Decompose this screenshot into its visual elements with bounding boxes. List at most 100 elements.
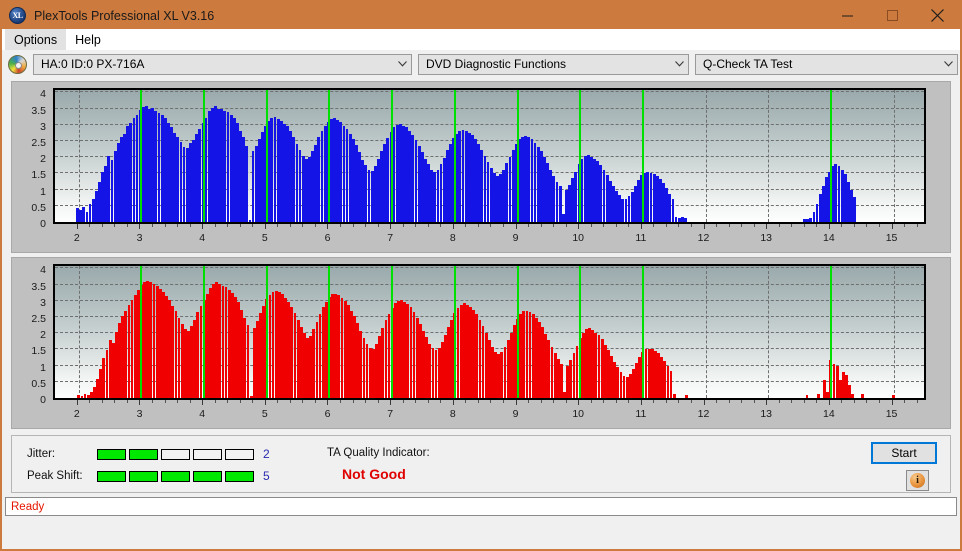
x-tick-label: 15 [885, 408, 898, 420]
x-tick-minor [878, 400, 880, 403]
x-tick-label: 5 [261, 232, 268, 244]
x-tick [640, 400, 642, 405]
x-tick-minor [502, 224, 504, 227]
menu-item-options[interactable]: Options [5, 29, 67, 50]
status-text: Ready [11, 500, 45, 513]
x-tick [640, 224, 642, 229]
x-tick-label: 8 [449, 408, 456, 420]
x-tick-minor [352, 400, 354, 403]
x-tick-label: 4 [199, 408, 206, 420]
x-tick [327, 400, 329, 405]
jitter-meter [97, 448, 254, 460]
jitter-value: 2 [263, 447, 270, 461]
maximize-button[interactable] [870, 2, 915, 29]
x-tick [202, 224, 204, 229]
x-tick-minor [177, 224, 179, 227]
x-tick-label: 10 [572, 408, 585, 420]
x-tick-minor [904, 224, 906, 227]
x-tick-minor [277, 224, 279, 227]
x-tick-label: 9 [512, 232, 519, 244]
y-tick-label: 1.5 [31, 345, 46, 358]
x-tick-minor [690, 400, 692, 403]
x-tick-minor [603, 400, 605, 403]
x-tick-minor [728, 400, 730, 403]
x-tick [327, 224, 329, 229]
x-tick-minor [365, 224, 367, 227]
close-button[interactable] [915, 2, 960, 29]
y-tick-label: 3 [40, 296, 46, 309]
x-tick-minor [490, 400, 492, 403]
marker-line [391, 90, 394, 222]
x-tick [76, 400, 78, 405]
x-tick-minor [164, 224, 166, 227]
x-tick [139, 400, 141, 405]
x-tick-minor [114, 224, 116, 227]
marker-line [265, 266, 268, 398]
marker-line [453, 266, 456, 398]
x-tick-minor [415, 224, 417, 227]
x-tick-label: 13 [760, 232, 773, 244]
x-tick-minor [716, 224, 718, 227]
y-tick-label: 0.5 [31, 201, 46, 214]
chart-panel-blue: 0 0.5 1 1.5 2 2.5 3 3.5 4 2 3 4 5 6 7 8 9 10 11 12 13 14 15 [11, 81, 951, 253]
x-tick [390, 400, 392, 405]
x-tick-minor [89, 400, 91, 403]
x-tick-minor [302, 224, 304, 227]
x-tick-label: 9 [512, 408, 519, 420]
x-tick [828, 400, 830, 405]
info-button[interactable]: i [906, 470, 929, 491]
x-tick-minor [214, 224, 216, 227]
x-tick-minor [477, 224, 479, 227]
x-tick-minor [101, 400, 103, 403]
maximize-icon [887, 10, 898, 21]
ta-quality-label: TA Quality Indicator: [327, 447, 430, 459]
x-tick-minor [189, 400, 191, 403]
meter-cell [97, 470, 126, 482]
marker-line [203, 90, 206, 222]
minimize-button[interactable] [825, 2, 870, 29]
meter-cell [161, 470, 190, 482]
x-tick-minor [402, 224, 404, 227]
x-tick [515, 224, 517, 229]
x-tick-minor [853, 400, 855, 403]
marker-line [140, 90, 143, 222]
x-tick [891, 400, 893, 405]
x-tick-minor [741, 224, 743, 227]
test-select[interactable]: Q-Check TA Test [695, 53, 958, 75]
jitter-row: Jitter: 2 [27, 447, 270, 461]
x-tick-minor [878, 224, 880, 227]
x-tick [703, 224, 705, 229]
x-tick-minor [415, 400, 417, 403]
x-tick-minor [377, 400, 379, 403]
x-tick-label: 5 [261, 408, 268, 420]
x-tick-minor [565, 400, 567, 403]
x-tick-minor [603, 224, 605, 227]
x-tick-minor [528, 224, 530, 227]
x-tick-label: 3 [136, 232, 143, 244]
drive-select[interactable]: HA:0 ID:0 PX-716A [33, 53, 412, 75]
meter-cell [129, 448, 158, 460]
plot-area-red [53, 264, 926, 400]
x-tick-minor [402, 400, 404, 403]
x-tick-minor [615, 224, 617, 227]
x-tick [766, 400, 768, 405]
x-tick-minor [540, 400, 542, 403]
x-tick-minor [440, 400, 442, 403]
x-tick-minor [377, 224, 379, 227]
x-tick-minor [528, 400, 530, 403]
x-tick-minor [665, 224, 667, 227]
x-tick [515, 400, 517, 405]
menu-item-help[interactable]: Help [66, 29, 110, 50]
meter-cell [161, 448, 190, 460]
x-tick-minor [152, 400, 154, 403]
drive-select-label: HA:0 ID:0 PX-716A [41, 57, 145, 71]
marker-line [265, 90, 268, 222]
x-tick-minor [152, 224, 154, 227]
marker-line [140, 266, 143, 398]
function-select[interactable]: DVD Diagnostic Functions [418, 53, 689, 75]
x-tick-minor [553, 224, 555, 227]
x-tick-minor [239, 400, 241, 403]
x-tick-minor [803, 224, 805, 227]
x-tick-label: 4 [199, 232, 206, 244]
start-button[interactable]: Start [871, 442, 937, 464]
